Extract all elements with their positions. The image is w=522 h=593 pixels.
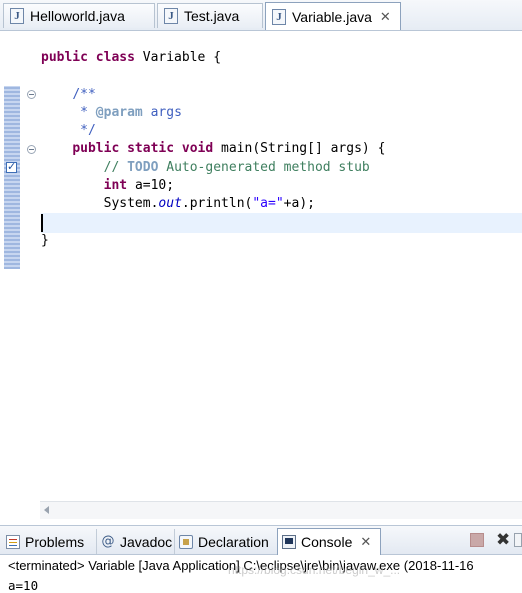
tab-javadoc[interactable]: @ Javadoc	[96, 529, 174, 554]
javadoc-icon: @	[101, 533, 115, 549]
javadoc-comment: *	[72, 104, 96, 120]
line-comment: Auto-generated method stub	[158, 159, 370, 175]
javadoc-comment: /**	[72, 86, 96, 102]
todo-tag: TODO	[127, 159, 159, 175]
code-text: a=10;	[134, 178, 175, 194]
views-tab-bar: Problems @ Javadoc Declaration Console ✕…	[0, 525, 522, 555]
change-marker	[4, 86, 20, 269]
close-icon[interactable]: ✕	[360, 534, 371, 550]
tab-declaration[interactable]: Declaration	[174, 529, 276, 554]
java-file-icon: J	[272, 8, 286, 25]
string-literal: "a="	[252, 196, 284, 212]
watermark: https://blog.csdn.net/begin_w_...	[228, 563, 401, 577]
tab-label: Variable.java	[292, 8, 372, 25]
source-code[interactable]: public class Variable { /** * @param arg…	[41, 49, 385, 250]
code-text: Variable {	[142, 50, 222, 65]
code-text: System.	[103, 196, 159, 212]
horizontal-scrollbar[interactable]	[40, 501, 522, 519]
keyword: int	[103, 178, 135, 194]
javadoc-comment: args	[142, 104, 182, 120]
tab-label: Helloworld.java	[30, 8, 125, 24]
editor-tab-bar: J Helloworld.java J Test.java J Variable…	[0, 0, 522, 31]
task-marker-icon[interactable]	[6, 160, 17, 173]
line-comment: //	[103, 159, 128, 175]
java-file-icon: J	[10, 8, 24, 24]
fold-icon[interactable]	[27, 90, 36, 99]
keyword: public class	[41, 50, 143, 65]
remove-launch-icon[interactable]: ✖	[496, 532, 510, 549]
tab-label: Javadoc	[120, 533, 173, 550]
tab-label: Problems	[25, 533, 85, 550]
console-output[interactable]: a=10	[8, 578, 38, 593]
javadoc-comment: */	[72, 123, 96, 139]
declaration-icon	[179, 534, 193, 549]
code-text: main(String[] args) {	[221, 141, 386, 157]
close-icon[interactable]: ✕	[380, 9, 391, 25]
java-file-icon: J	[164, 8, 178, 24]
code-text: .println(	[181, 196, 253, 212]
tab-variable[interactable]: J Variable.java ✕	[265, 2, 401, 30]
scroll-left-icon[interactable]	[44, 506, 49, 514]
change-ruler	[0, 31, 22, 519]
tab-console[interactable]: Console ✕	[277, 528, 381, 555]
console-icon	[282, 535, 296, 549]
code-text: +a);	[283, 196, 315, 212]
tab-label: Console	[301, 534, 353, 550]
code-text: }	[41, 232, 49, 248]
javadoc-tag: @param	[95, 104, 143, 120]
tab-label: Test.java	[184, 8, 240, 24]
keyword: public static void	[72, 141, 222, 157]
tab-problems[interactable]: Problems	[2, 529, 96, 554]
problems-icon	[6, 534, 20, 549]
fold-icon[interactable]	[27, 145, 36, 154]
console-menu-icon[interactable]	[514, 533, 522, 547]
tab-test[interactable]: J Test.java	[157, 3, 263, 28]
static-field: out	[158, 196, 182, 212]
tab-label: Declaration	[198, 533, 269, 550]
terminate-icon[interactable]	[470, 533, 484, 547]
tab-helloworld[interactable]: J Helloworld.java	[3, 3, 155, 28]
code-editor[interactable]: public class Variable { /** * @param arg…	[0, 31, 522, 519]
